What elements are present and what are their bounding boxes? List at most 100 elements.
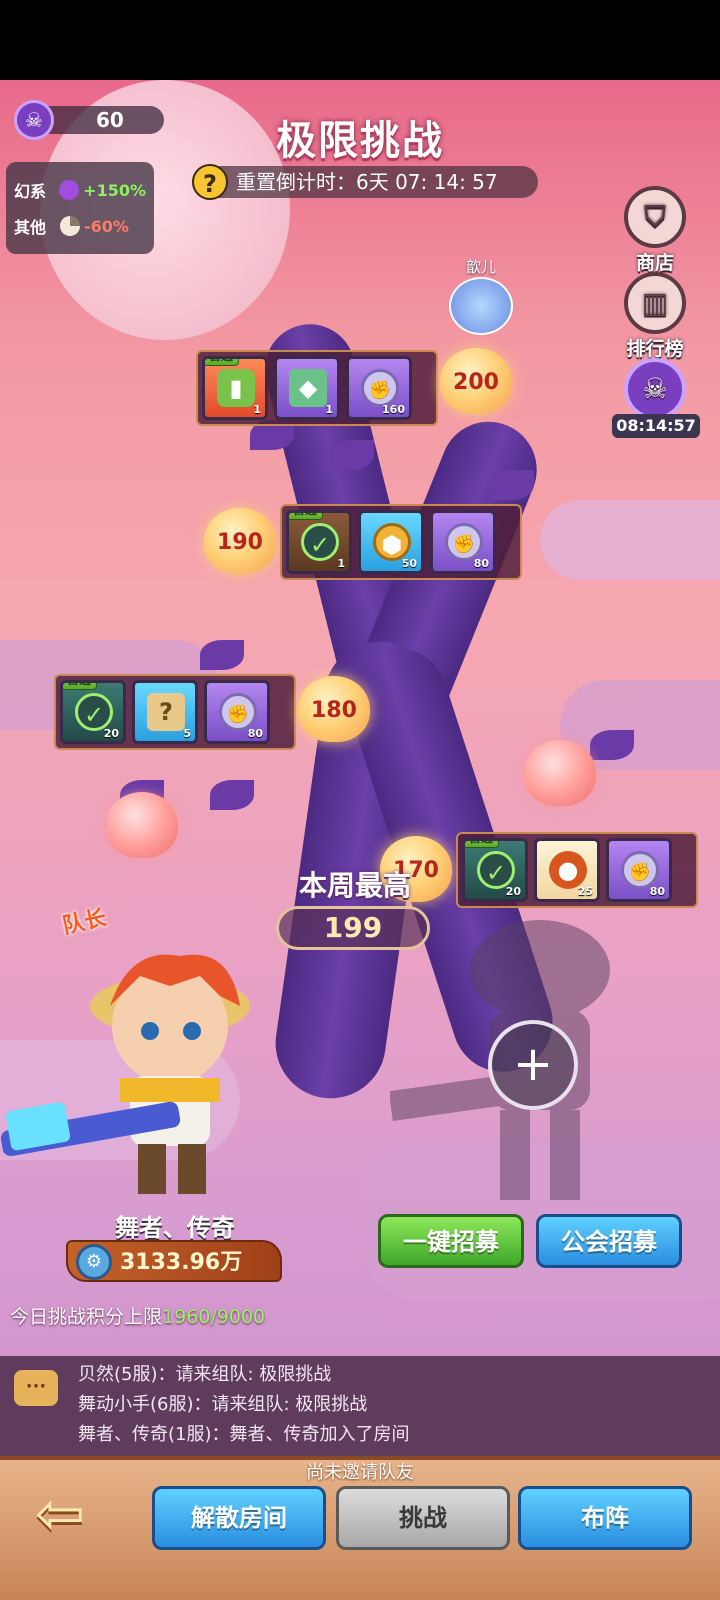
daily-limit-value: 1960/9000: [162, 1306, 266, 1328]
leaf-decoration: [210, 780, 254, 810]
reward-count: 5: [183, 727, 191, 740]
combat-power: ⚙ 3133.96万: [66, 1240, 282, 1282]
disband-room-button[interactable]: 解散房间: [152, 1486, 326, 1550]
reward-slot[interactable]: ✊ 80: [204, 680, 270, 744]
reward-panel[interactable]: 首通 ▮ 1 ◆ 1 ✊ 160: [196, 350, 438, 426]
reward-count: 80: [473, 557, 489, 570]
shop-button[interactable]: ⛉ 商店: [610, 186, 700, 275]
chat-line: 舞动小手(6服)：请来组队: 极限挑战: [78, 1394, 368, 1415]
fist-coin-icon: ✊: [361, 369, 399, 407]
reward-slot[interactable]: ⬢ 50: [358, 510, 424, 574]
mystery-map-icon: ?: [147, 693, 185, 731]
page-title: 极限挑战: [276, 118, 444, 164]
top-player-name: 歆儿: [465, 258, 496, 276]
daily-limit: 今日挑战积分上限1960/9000: [10, 1302, 265, 1329]
buff-label: 幻系: [14, 182, 47, 201]
shop-basket-icon: ⛉: [624, 186, 686, 248]
invite-note: 尚未邀请队友: [306, 1462, 414, 1483]
reward-slot[interactable]: 首通 ✓ 20: [462, 838, 528, 902]
first-clear-tag: 首通: [205, 359, 240, 366]
check-icon: ✓: [301, 523, 339, 561]
reward-slot[interactable]: ? 5: [132, 680, 198, 744]
buff-row: 幻系 +150%: [14, 172, 146, 208]
skull-event-icon: ☠: [624, 358, 686, 420]
quick-recruit-button[interactable]: 一键招募: [378, 1214, 524, 1268]
ranking-button[interactable]: ▥ 排行榜: [610, 272, 700, 361]
energy-battery-icon: ▮: [217, 369, 255, 407]
cloud-decoration: [540, 500, 720, 580]
reward-slot[interactable]: ✊ 160: [346, 356, 412, 420]
chat-bubble-icon[interactable]: ···: [14, 1370, 58, 1406]
reward-count: 25: [577, 885, 593, 898]
leaf-decoration: [590, 730, 634, 760]
reward-slot[interactable]: 首通 ✓ 1: [286, 510, 352, 574]
reward-count: 80: [247, 727, 263, 740]
pet-food-icon: ●: [549, 851, 587, 889]
potion-icon: [59, 180, 80, 200]
buff-row: 其他 -60%: [14, 208, 146, 244]
first-clear-tag: 首通: [289, 513, 324, 520]
chat-panel[interactable]: ··· 贝然(5服)：请来组队: 极限挑战 舞动小手(6服)：请来组队: 极限挑…: [0, 1356, 720, 1456]
power-gear-icon: ⚙: [76, 1244, 112, 1280]
gold-coin-icon: ⬢: [373, 523, 411, 561]
stage-peach[interactable]: [524, 740, 596, 806]
reset-countdown: ? 重置倒计时：6天 07: 14: 57: [192, 164, 538, 200]
ranking-label: 排行榜: [626, 338, 684, 360]
event-timer: 08:14:57: [612, 414, 700, 438]
player-avatar: [449, 277, 513, 335]
plus-icon: +: [512, 1036, 554, 1092]
reward-slot[interactable]: ✊ 80: [606, 838, 672, 902]
fist-coin-icon: ✊: [445, 523, 483, 561]
formation-button[interactable]: 布阵: [518, 1486, 692, 1550]
first-clear-tag: 首通: [63, 683, 98, 690]
reward-slot[interactable]: ✊ 80: [430, 510, 496, 574]
fist-coin-icon: ✊: [219, 693, 257, 731]
reward-count: 1: [325, 403, 333, 416]
leaf-decoration: [490, 470, 534, 500]
stage-peach[interactable]: 190: [204, 508, 276, 574]
guild-recruit-button[interactable]: 公会招募: [536, 1214, 682, 1268]
stage-peach[interactable]: [106, 792, 178, 858]
daily-limit-label: 今日挑战积分上限: [10, 1306, 163, 1328]
reward-count: 20: [103, 727, 119, 740]
chat-line: 贝然(5服)：请来组队: 极限挑战: [78, 1364, 332, 1385]
reward-slot[interactable]: ◆ 1: [274, 356, 340, 420]
stage-peach[interactable]: 180: [298, 676, 370, 742]
buff-label: 其他: [14, 218, 47, 237]
game-screen: 60 ☠ 幻系 +150% 其他 -60% 极限挑战 ? 重置倒计时：6天 07…: [0, 80, 720, 1600]
check-icon: ✓: [477, 851, 515, 889]
element-buff-panel: 幻系 +150% 其他 -60%: [6, 162, 154, 254]
reward-count: 20: [505, 885, 521, 898]
podium-icon: ▥: [624, 272, 686, 334]
weekly-best-label: 本周最高: [298, 869, 411, 902]
check-icon: ✓: [75, 693, 113, 731]
reward-panel[interactable]: 首通 ✓ 20 ● 25 ✊ 80: [456, 832, 698, 908]
reward-panel[interactable]: 首通 ✓ 20 ? 5 ✊ 80: [54, 674, 296, 750]
reward-count: 80: [649, 885, 665, 898]
gem-chest-icon: ◆: [289, 369, 327, 407]
challenge-button[interactable]: 挑战: [336, 1486, 510, 1550]
back-arrow-icon[interactable]: ⇦: [20, 1484, 100, 1548]
reward-panel[interactable]: 首通 ✓ 1 ⬢ 50 ✊ 80: [280, 504, 522, 580]
reward-slot[interactable]: 首通 ▮ 1: [202, 356, 268, 420]
hero-character[interactable]: [0, 906, 300, 1206]
buff-value: +150%: [83, 180, 146, 200]
leaf-decoration: [200, 640, 244, 670]
reward-count: 160: [382, 403, 405, 416]
chat-line: 舞者、传奇(1服)：舞者、传奇加入了房间: [78, 1424, 410, 1445]
power-value: 3133.96万: [120, 1250, 243, 1275]
stage-peach[interactable]: 200: [440, 348, 512, 414]
top-player[interactable]: 歆儿: [436, 256, 526, 335]
reward-count: 1: [337, 557, 345, 570]
reward-slot[interactable]: 首通 ✓ 20: [60, 680, 126, 744]
fist-coin-icon: ✊: [621, 851, 659, 889]
buff-value: -60%: [84, 216, 129, 236]
countdown-text: 重置倒计时：6天 07: 14: 57: [236, 170, 498, 194]
event-button[interactable]: ☠: [610, 358, 700, 420]
hero-name: 舞者、传奇: [115, 1214, 235, 1242]
help-icon[interactable]: ?: [192, 164, 228, 200]
reward-count: 50: [401, 557, 417, 570]
reward-slot[interactable]: ● 25: [534, 838, 600, 902]
add-teammate-button[interactable]: +: [488, 1020, 578, 1110]
pie-icon: [60, 216, 80, 236]
